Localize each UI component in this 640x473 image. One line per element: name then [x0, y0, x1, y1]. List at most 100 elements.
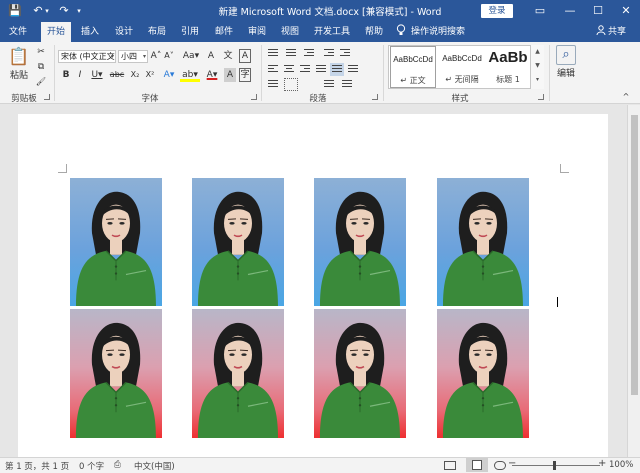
line-spacing-icon[interactable] [346, 63, 360, 76]
align-center-icon[interactable] [282, 63, 296, 76]
tab-layout[interactable]: 布局 [143, 22, 171, 42]
zoom-slider[interactable] [512, 465, 600, 466]
strikethrough-button[interactable]: abc [108, 68, 126, 82]
share-button[interactable]: 共享 [596, 22, 626, 42]
tab-file[interactable]: 文件 [4, 22, 32, 42]
distributed-icon[interactable] [330, 63, 344, 76]
more-styles-icon[interactable]: ▾ [531, 73, 544, 87]
numbering-icon[interactable] [284, 47, 298, 60]
multilevel-list-icon[interactable] [302, 47, 316, 60]
zoom-slider-thumb[interactable] [553, 461, 556, 470]
ribbon-display-options-icon[interactable]: ▭ [526, 0, 554, 22]
underline-button[interactable]: U▾ [88, 68, 106, 82]
paste-button[interactable]: 粘贴 [6, 69, 32, 83]
show-formatting-icon[interactable] [340, 78, 354, 91]
enclose-character-button[interactable]: A [239, 49, 251, 63]
font-size-combo[interactable]: 小四 ▾ [118, 50, 148, 63]
id-photo[interactable] [314, 309, 406, 438]
align-left-icon[interactable] [266, 63, 280, 76]
tab-design[interactable]: 设计 [110, 22, 138, 42]
close-icon[interactable]: ✕ [612, 0, 640, 22]
tab-mailings[interactable]: 邮件 [210, 22, 238, 42]
style-sample: AaBb [488, 49, 528, 66]
maximize-icon[interactable]: ☐ [584, 0, 612, 22]
increase-indent-icon[interactable] [338, 47, 352, 60]
bold-button[interactable]: B [60, 68, 72, 82]
id-photo[interactable] [70, 309, 162, 438]
style-heading-1[interactable]: AaBb 标题 1 [487, 46, 529, 88]
sort-icon[interactable] [322, 78, 336, 91]
paste-icon[interactable]: 📋 [8, 46, 30, 68]
login-button[interactable]: 登录 [481, 4, 513, 18]
editing-button[interactable]: 编辑 [552, 67, 580, 81]
brush-icon[interactable]: 🖌 [34, 75, 48, 89]
style-normal[interactable]: AaBbCcDd ↵ 正文 [390, 46, 436, 88]
paragraph-dialog-launcher[interactable] [372, 94, 378, 100]
clear-formatting-button[interactable]: A [205, 49, 217, 63]
text-effects-button[interactable]: A▾ [160, 68, 178, 82]
print-layout-icon[interactable] [466, 458, 488, 472]
italic-button[interactable]: I [74, 68, 86, 82]
style-name: ↵ 无间隔 [445, 75, 479, 84]
tab-help[interactable]: 帮助 [360, 22, 388, 42]
save-icon[interactable]: 💾 [7, 3, 23, 19]
customize-toolbar-icon[interactable]: ▾ [74, 3, 84, 19]
character-border-button[interactable]: 字 [239, 68, 251, 82]
zoom-in-button[interactable]: + [598, 458, 606, 469]
redo-icon[interactable]: ↷ [56, 3, 72, 19]
grow-font-button[interactable]: A˄ [150, 49, 162, 63]
font-color-button[interactable]: A▾ [203, 68, 221, 82]
zoom-out-button[interactable]: − [508, 458, 516, 469]
proofing-icon[interactable]: ⎙ [114, 460, 121, 470]
character-shading-button[interactable]: A [224, 68, 236, 82]
collapse-ribbon-icon[interactable]: ^ [620, 90, 632, 104]
tab-home[interactable]: 开始 [41, 22, 71, 42]
scroll-down-icon[interactable]: ▼ [531, 59, 544, 73]
tab-insert[interactable]: 插入 [76, 22, 104, 42]
id-photo[interactable] [192, 309, 284, 438]
copy-icon[interactable]: ⧉ [34, 60, 48, 74]
page-count[interactable]: 第 1 页，共 1 页 [5, 460, 69, 472]
id-photo[interactable] [314, 178, 406, 306]
subscript-button[interactable]: X₂ [128, 68, 142, 82]
superscript-button[interactable]: X² [143, 68, 157, 82]
id-photo[interactable] [70, 178, 162, 306]
web-layout-icon[interactable] [494, 461, 506, 470]
phonetic-guide-button[interactable]: 文 [222, 49, 234, 63]
scissors-icon[interactable]: ✂ [34, 45, 48, 59]
zoom-level[interactable]: 100% [609, 460, 633, 470]
tell-me-search[interactable]: 操作说明搜索 [396, 22, 465, 42]
justify-icon[interactable] [314, 63, 328, 76]
change-case-button[interactable]: Aa▾ [181, 49, 201, 63]
align-right-icon[interactable] [298, 63, 312, 76]
read-mode-icon[interactable] [444, 461, 456, 470]
style-no-spacing[interactable]: AaBbCcDd ↵ 无间隔 [438, 46, 486, 88]
undo-dropdown-icon[interactable]: ▾ [43, 3, 51, 19]
styles-dialog-launcher[interactable] [538, 94, 544, 100]
borders-icon[interactable] [284, 78, 298, 91]
id-photo[interactable] [437, 178, 529, 306]
vertical-scrollbar[interactable] [627, 105, 640, 457]
minimize-icon[interactable]: — [556, 0, 584, 22]
bullets-icon[interactable] [266, 47, 280, 60]
highlight-color-button[interactable]: ab▾ [180, 68, 200, 82]
clipboard-dialog-launcher[interactable] [44, 94, 50, 100]
scrollbar-thumb[interactable] [631, 115, 638, 395]
styles-scroll[interactable]: ▲ ▼ ▾ [530, 45, 544, 89]
language[interactable]: 中文(中国) [134, 460, 175, 472]
tab-review[interactable]: 审阅 [243, 22, 271, 42]
font-dialog-launcher[interactable] [251, 94, 257, 100]
margin-corner-mark [58, 164, 67, 173]
tab-view[interactable]: 视图 [276, 22, 304, 42]
id-photo[interactable] [192, 178, 284, 306]
word-count[interactable]: 0 个字 [79, 460, 104, 472]
scroll-up-icon[interactable]: ▲ [531, 45, 544, 59]
tab-developer[interactable]: 开发工具 [309, 22, 355, 42]
shading-icon[interactable] [266, 78, 280, 91]
tab-references[interactable]: 引用 [176, 22, 204, 42]
decrease-indent-icon[interactable] [322, 47, 336, 60]
shrink-font-button[interactable]: A˅ [163, 49, 175, 63]
find-icon[interactable]: ⌕ [556, 45, 576, 65]
font-name-combo[interactable]: 宋体 (中文正文) ▾ [58, 50, 116, 63]
id-photo[interactable] [437, 309, 529, 438]
